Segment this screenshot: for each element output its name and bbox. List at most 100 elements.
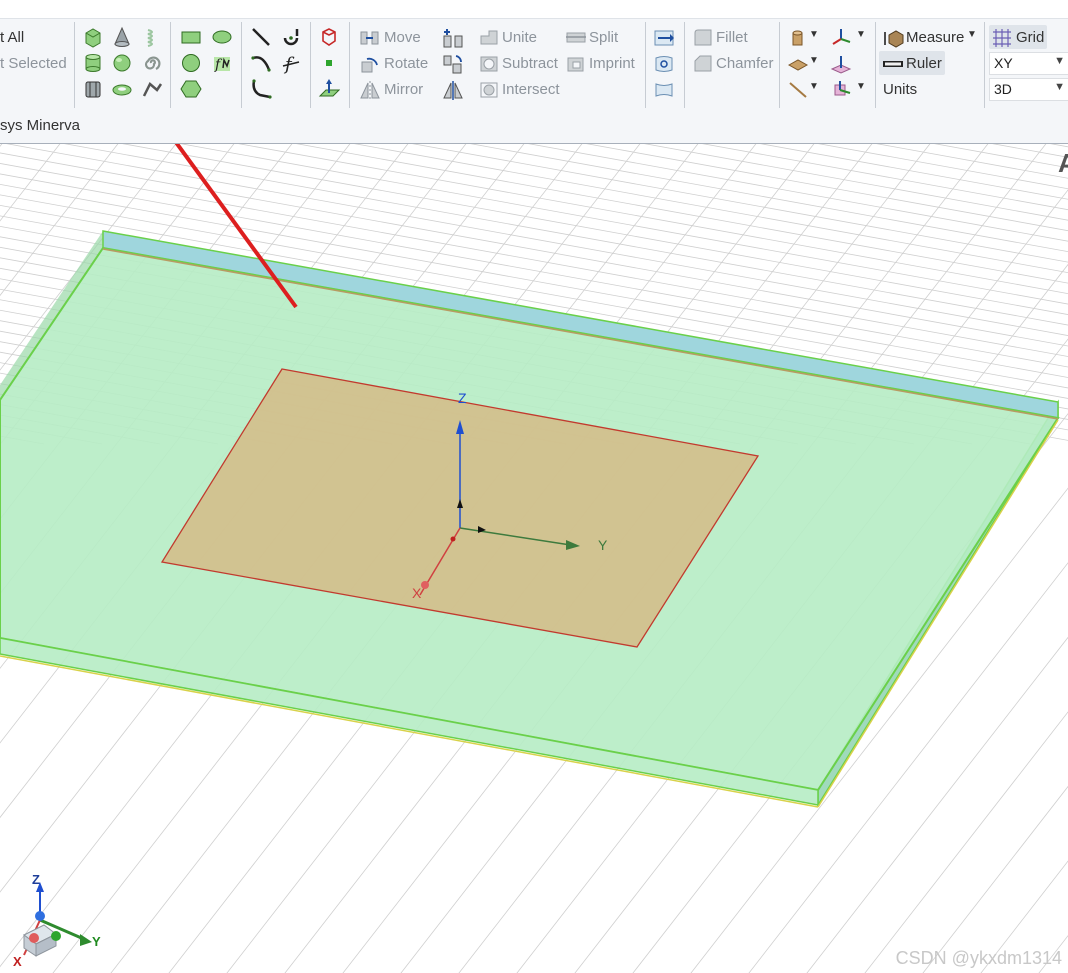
spline-icon[interactable] <box>250 52 272 74</box>
face-object-icon[interactable] <box>787 53 809 75</box>
z-axis-label: Z <box>458 390 467 406</box>
polyline-icon[interactable] <box>250 78 272 100</box>
point-icon[interactable] <box>318 52 340 74</box>
mirror-button[interactable]: Mirror <box>384 81 423 98</box>
bondwire-icon[interactable] <box>82 78 104 100</box>
torus-icon[interactable] <box>111 78 133 100</box>
intersect-icon[interactable] <box>478 79 500 101</box>
move-button[interactable]: Move <box>384 29 421 46</box>
region-icon[interactable] <box>318 26 340 48</box>
circle-icon[interactable] <box>180 52 202 74</box>
ruler-icon[interactable] <box>882 53 904 75</box>
triad-y-label: Y <box>92 934 101 949</box>
fillet-button[interactable]: Fillet <box>716 29 748 46</box>
uncover-icon[interactable] <box>653 79 675 101</box>
helix-icon[interactable] <box>141 26 163 48</box>
imprint-icon[interactable] <box>565 53 587 75</box>
orientation-triad[interactable] <box>23 882 92 957</box>
line-icon[interactable] <box>250 26 272 48</box>
cone-icon[interactable] <box>111 26 133 48</box>
group-separator <box>779 22 780 108</box>
triad-z-label: Z <box>32 872 40 887</box>
ribbon-top-strip <box>0 0 1068 19</box>
imprint-button[interactable]: Imprint <box>589 55 635 72</box>
viewport-canvas[interactable] <box>0 144 1068 973</box>
select-all-button[interactable]: t All <box>0 29 24 46</box>
watermark-text: CSDN @ykxdm1314 <box>895 948 1062 968</box>
polyline-solid-icon[interactable] <box>141 78 163 100</box>
ribbon-section-label: sys Minerva <box>0 117 81 134</box>
arc-icon[interactable] <box>280 26 302 48</box>
edge-object-icon[interactable] <box>787 79 809 101</box>
group-separator <box>349 22 350 108</box>
duplicate-along-line-icon[interactable] <box>442 27 464 49</box>
fillet-icon[interactable] <box>692 27 714 49</box>
object-cs-icon[interactable] <box>830 79 852 101</box>
rotate-icon[interactable] <box>359 53 381 75</box>
create-cs-icon[interactable] <box>830 27 852 49</box>
chevron-down-icon[interactable]: ▼ <box>967 29 977 40</box>
chamfer-icon[interactable] <box>692 53 714 75</box>
face-cs-icon[interactable] <box>830 53 852 75</box>
equation-curve-icon[interactable]: f <box>280 52 302 74</box>
subtract-button[interactable]: Subtract <box>502 55 558 72</box>
polygon-icon[interactable] <box>180 78 202 100</box>
duplicate-around-axis-icon[interactable] <box>442 53 464 75</box>
mirror-icon[interactable] <box>359 79 381 101</box>
cover-icon[interactable] <box>653 53 675 75</box>
chevron-down-icon[interactable]: ▼ <box>809 29 819 40</box>
group-separator <box>984 22 985 108</box>
unite-icon[interactable] <box>478 27 500 49</box>
sweep-icon[interactable] <box>653 27 675 49</box>
triad-x-label: X <box>13 954 22 969</box>
chevron-down-icon[interactable]: ▼ <box>809 81 819 92</box>
corner-label: A <box>1058 148 1068 178</box>
intersect-button[interactable]: Intersect <box>502 81 560 98</box>
grid-plane-value: XY <box>994 55 1013 71</box>
modeler-viewport[interactable]: Z Y X Z Y X A CSDN @ykxdm1314 <box>0 144 1068 973</box>
rotate-button[interactable]: Rotate <box>384 55 428 72</box>
chevron-down-icon[interactable]: ▼ <box>856 81 866 92</box>
ruler-button[interactable]: Ruler <box>906 55 942 72</box>
grid-line <box>980 860 1068 973</box>
grid-mode-select[interactable]: 3D ▼ <box>989 78 1068 101</box>
group-separator <box>684 22 685 108</box>
chevron-down-icon: ▼ <box>1054 55 1065 67</box>
chevron-down-icon[interactable]: ▼ <box>856 29 866 40</box>
ribbon-toolbar: t All t Selected f Move Rotate Mirror Un… <box>0 0 1068 144</box>
split-icon[interactable] <box>565 27 587 49</box>
unite-button[interactable]: Unite <box>502 29 537 46</box>
group-separator <box>170 22 171 108</box>
rectangle-icon[interactable] <box>180 26 202 48</box>
plane-icon[interactable] <box>318 78 340 100</box>
cylinder-icon[interactable] <box>82 52 104 74</box>
units-button[interactable]: Units <box>883 81 917 98</box>
chamfer-button[interactable]: Chamfer <box>716 55 774 72</box>
split-button[interactable]: Split <box>589 29 618 46</box>
spiral-icon[interactable] <box>141 52 163 74</box>
equation-surface-icon[interactable]: f <box>211 52 233 74</box>
grid-plane-select[interactable]: XY ▼ <box>989 52 1068 75</box>
sphere-icon[interactable] <box>111 52 133 74</box>
box-icon[interactable] <box>82 26 104 48</box>
group-separator <box>875 22 876 108</box>
cylinder-object-icon[interactable] <box>787 27 809 49</box>
group-separator <box>241 22 242 108</box>
duplicate-mirror-icon[interactable] <box>442 79 464 101</box>
group-separator <box>645 22 646 108</box>
group-separator <box>74 22 75 108</box>
chevron-down-icon[interactable]: ▼ <box>809 55 819 66</box>
measure-icon[interactable] <box>883 27 905 49</box>
subtract-icon[interactable] <box>478 53 500 75</box>
grid-mode-value: 3D <box>994 81 1012 97</box>
move-icon[interactable] <box>359 27 381 49</box>
ellipse-icon[interactable] <box>211 26 233 48</box>
y-axis-label: Y <box>598 537 608 553</box>
group-separator <box>310 22 311 108</box>
measure-dropdown[interactable]: Measure <box>906 29 964 46</box>
grid-icon[interactable] <box>991 27 1013 49</box>
x-axis-label: X <box>412 585 422 601</box>
select-selected-button[interactable]: t Selected <box>0 55 67 72</box>
chevron-down-icon: ▼ <box>1054 81 1065 93</box>
grid-button[interactable]: Grid <box>1016 29 1044 46</box>
